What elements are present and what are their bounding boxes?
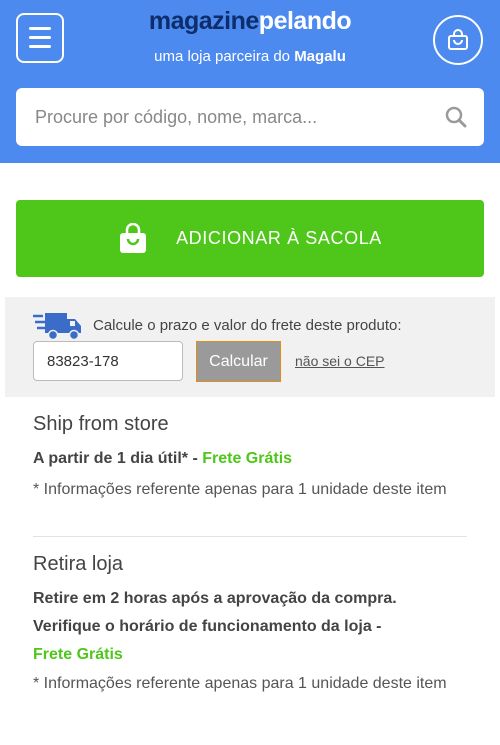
freight-label: Calcule o prazo e valor do frete deste p…	[93, 317, 402, 334]
free-shipping-label: Frete Grátis	[202, 450, 293, 467]
ship-from-store-deadline: A partir de 1 dia útil* - Frete Grátis	[33, 450, 293, 467]
store-pickup-note: * Informações referente apenas para 1 un…	[33, 675, 447, 692]
menu-icon	[29, 45, 51, 48]
search-bar	[16, 88, 484, 146]
add-to-bag-button[interactable]: ADICIONAR À SACOLA	[16, 200, 484, 277]
bag-icon	[448, 29, 468, 50]
unknown-cep-link[interactable]: não sei o CEP	[295, 353, 385, 369]
brand-logo[interactable]: magazinepelando	[140, 6, 360, 36]
header: magazinepelando uma loja parceira do Mag…	[0, 0, 500, 163]
add-to-bag-label: ADICIONAR À SACOLA	[176, 228, 382, 248]
cep-input[interactable]	[33, 341, 183, 381]
search-input[interactable]	[33, 105, 442, 129]
cart-button[interactable]	[433, 15, 483, 65]
menu-icon	[29, 27, 51, 30]
ship-from-store-title: Ship from store	[33, 413, 169, 435]
store-pickup-line1: Retire em 2 horas após a aprovação da co…	[33, 590, 397, 607]
bag-icon	[120, 222, 147, 253]
freight-calculator: Calcule o prazo e valor do frete deste p…	[5, 297, 495, 397]
tagline: uma loja parceira do Magalu	[154, 48, 346, 65]
store-pickup-line2: Verifique o horário de funcionamento da …	[33, 618, 382, 635]
calculate-button[interactable]: Calcular	[196, 341, 281, 382]
ship-from-store-note: * Informações referente apenas para 1 un…	[33, 481, 447, 498]
divider	[33, 536, 467, 537]
menu-button[interactable]	[16, 13, 64, 63]
store-pickup-title: Retira loja	[33, 553, 124, 575]
free-shipping-label: Frete Grátis	[33, 646, 123, 663]
menu-icon	[29, 36, 51, 39]
search-icon[interactable]	[442, 103, 470, 131]
truck-icon	[33, 313, 81, 341]
